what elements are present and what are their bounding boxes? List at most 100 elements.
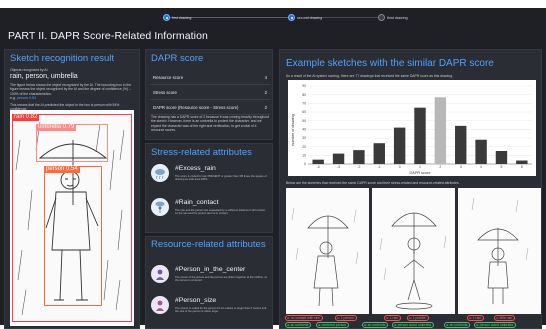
minus-circle-icon: ⊖ xyxy=(386,315,389,320)
stress-attributes-card: Stress-related attributes #Excess_rain T… xyxy=(145,143,273,233)
tag-text: 1 rain xyxy=(472,315,482,320)
chart-bar xyxy=(495,151,508,164)
example-sketch-1[interactable] xyxy=(286,188,369,314)
stress-tag: ⊖ 1 rain xyxy=(384,315,402,321)
attribute-description: The score is coded for rain PRESENT or g… xyxy=(175,175,267,182)
example-highlight: person 0.54 xyxy=(17,96,36,100)
person-center-icon xyxy=(151,265,169,283)
attribute-name: #Excess_rain xyxy=(175,165,216,172)
chart-y-tick-label: 80 xyxy=(302,93,306,97)
chart-bar xyxy=(312,159,324,164)
example-line: e.g. person 0.54 xyxy=(10,96,36,100)
stress-tag: ⊖ 1 rain xyxy=(467,315,485,321)
person-size-icon xyxy=(151,296,169,314)
chart-x-tick-label: 2 xyxy=(439,165,441,169)
recognized-objects: rain, person, umbrella xyxy=(10,73,78,80)
stress-tag: ⊖ 1 person xyxy=(335,315,357,321)
page-title: PART II. DAPR Score-Related Information xyxy=(8,30,208,42)
resource-score-row: Resource score 4 xyxy=(150,71,270,85)
chart-bar xyxy=(414,107,426,164)
score-value: 4 xyxy=(264,75,267,80)
tag-text: no contact with rain xyxy=(290,315,320,320)
person-bounding-box: person 0.54 xyxy=(44,166,102,306)
chart-bar xyxy=(475,139,487,164)
chart-x-tick-label: -4 xyxy=(317,165,320,169)
stress-score-row: Stress score 2 xyxy=(150,86,270,100)
example-sketches-card: Example sketches with the similar DAPR s… xyxy=(279,49,542,329)
cloud-rain-icon xyxy=(151,164,169,182)
attribute-rain-contact: #Rain_contact The rain and the person ar… xyxy=(151,198,269,230)
attribute-name: #Person_size xyxy=(175,297,217,304)
score-label: DAPR score (Resource score - Stress scor… xyxy=(153,105,239,110)
attribute-name: #Person_in_the_center xyxy=(175,266,246,273)
chart-bar xyxy=(393,127,406,164)
resource-attributes-card: Resource-related attributes #Person_in_t… xyxy=(145,236,273,329)
chart-bar xyxy=(516,160,528,164)
attribute-person-in-center: #Person_in_the_center The center of the … xyxy=(151,265,269,297)
examples-below-text: Below are the sketches that received the… xyxy=(286,181,460,185)
step-third-drawing[interactable]: third drawing xyxy=(378,12,408,23)
step-first-drawing[interactable]: first drawing xyxy=(163,12,191,23)
chart-y-tick-label: 0 xyxy=(304,162,306,166)
attribute-description: The scores is coded for the person 10.12… xyxy=(175,307,267,314)
example-drawing xyxy=(379,212,447,310)
chart-x-tick-label: 0 xyxy=(399,165,401,169)
rain-box-label: rain 0.82 xyxy=(12,114,40,121)
chart-x-tick-label: 3 xyxy=(460,165,462,169)
dapr-score-title: DAPR score xyxy=(151,53,204,64)
main-screen: first drawing second drawing third drawi… xyxy=(0,8,546,329)
stress-tag: ⊖ no contact with rain xyxy=(285,315,323,321)
dapr-distribution-chart: 0 10 20 30 40 50 60 70 80 90 -4 -3 -2 -1 0 1 2 3 4 5 6 numb… xyxy=(288,80,536,176)
step-check-icon xyxy=(288,14,295,21)
person-rain-icon xyxy=(151,198,169,216)
stress-attributes-title: Stress-related attributes xyxy=(151,147,252,158)
recognized-caption: Objects recognized by AI xyxy=(10,68,48,72)
recognition-description: The figure below shows the object recogn… xyxy=(10,83,132,96)
chart-x-tick-label: -1 xyxy=(378,165,381,169)
chart-y-tick-label: 10 xyxy=(302,154,306,158)
minus-circle-icon: ⊖ xyxy=(469,315,472,320)
chart-x-tick-label: 1 xyxy=(419,165,421,169)
tag-text: 1 puddle xyxy=(412,315,426,320)
step-circle-icon xyxy=(378,14,385,21)
score-label: Stress score xyxy=(153,90,177,95)
score-value: 2 xyxy=(264,90,267,95)
step-second-drawing[interactable]: second drawing xyxy=(288,12,322,23)
chart-x-axis-label: DAPR score xyxy=(410,171,431,175)
score-value: 2 xyxy=(264,105,267,110)
attribute-description: The rain and the person are separated by… xyxy=(175,209,266,216)
step-label: second drawing xyxy=(297,15,323,20)
chart-bar xyxy=(373,143,385,164)
attribute-excess-rain: #Excess_rain The score is coded for rain… xyxy=(151,164,269,196)
minus-circle-icon: ⊖ xyxy=(409,315,412,320)
chart-bar xyxy=(455,125,467,164)
chart-x-tick-label: -2 xyxy=(357,165,360,169)
step-label: third drawing xyxy=(387,15,408,20)
example-sketch-2[interactable] xyxy=(372,188,455,314)
step-label: first drawing xyxy=(172,15,192,20)
example-prefix: e.g. xyxy=(10,96,17,100)
chart-y-tick-label: 90 xyxy=(302,84,306,88)
tag-text: 1 person xyxy=(340,315,354,320)
chart-y-tick-label: 60 xyxy=(302,110,306,114)
chart-x-tick-label: 6 xyxy=(521,165,523,169)
example-drawing xyxy=(291,207,359,307)
example-sketch-3[interactable] xyxy=(458,188,541,314)
chart-y-tick-label: 50 xyxy=(302,119,306,123)
dapr-total-score-row: DAPR score (Resource score - Stress scor… xyxy=(150,101,270,115)
chart-x-tick-label: 4 xyxy=(480,165,482,169)
attribute-name: #Rain_contact xyxy=(175,199,219,206)
chart-y-tick-label: 40 xyxy=(302,128,306,132)
attribute-person-size: #Person_size The scores is coded for the… xyxy=(151,296,269,328)
dapr-description: The drawing has a DAPR score of 2 becaus… xyxy=(151,115,269,132)
recognized-drawing: rain 0.82 umbrella 0.79 person 0.54 xyxy=(10,110,134,326)
minus-circle-icon: ⊖ xyxy=(287,315,290,320)
example-drawing xyxy=(471,197,529,304)
chart-x-tick-label: 5 xyxy=(501,165,503,169)
minus-circle-icon: ⊖ xyxy=(496,315,499,320)
resource-attributes-title: Resource-related attributes xyxy=(151,239,266,250)
tag-text: little rain xyxy=(499,315,513,320)
chart-bar xyxy=(353,150,365,164)
progress-stepper: first drawing second drawing third drawi… xyxy=(0,8,546,28)
tag-text: 1 rain xyxy=(389,315,399,320)
